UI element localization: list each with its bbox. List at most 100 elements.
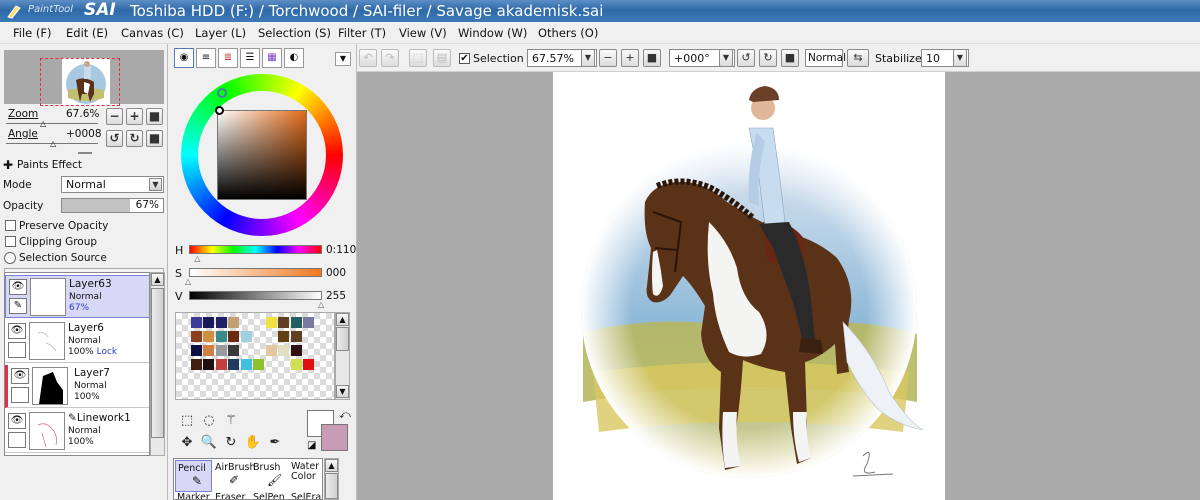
canvas-page[interactable] — [553, 72, 945, 500]
color-swatch[interactable] — [265, 345, 277, 356]
color-swatch[interactable] — [290, 317, 302, 328]
zoom-in-button[interactable]: + — [621, 49, 639, 67]
edit-pen-icon[interactable]: ✎ — [9, 298, 27, 314]
s-slider-thumb[interactable]: △ — [185, 277, 191, 286]
rotate-cw-button[interactable]: ↻ — [759, 49, 777, 67]
color-swatch[interactable] — [215, 317, 227, 328]
color-swatch[interactable] — [290, 345, 302, 356]
menu-file[interactable]: File (F) — [13, 26, 52, 40]
rotate-reset-button[interactable]: ■ — [781, 49, 799, 67]
rotate-icon[interactable]: ↻ — [221, 434, 241, 452]
scroll-up-icon[interactable]: ▲ — [336, 313, 349, 326]
visibility-eye-icon[interactable]: 👁 — [9, 279, 27, 295]
color-swatch[interactable] — [228, 359, 239, 370]
preserve-opacity-checkbox[interactable] — [5, 220, 16, 231]
rotate-reset-button[interactable]: ■ — [146, 130, 163, 147]
color-swatch[interactable] — [215, 345, 227, 356]
v-slider[interactable] — [189, 291, 322, 300]
menu-others[interactable]: Others (O) — [538, 26, 598, 40]
angle-slider-thumb[interactable]: △ — [50, 139, 56, 148]
color-wheel-tab-icon[interactable]: ◉ — [174, 48, 194, 68]
edit-toggle[interactable] — [8, 432, 26, 448]
color-swatch[interactable] — [203, 359, 214, 370]
default-colors-icon[interactable]: ◪ — [307, 440, 316, 451]
color-swatch[interactable] — [303, 359, 314, 370]
color-swatch[interactable] — [290, 359, 302, 370]
paints-effect-label[interactable]: Paints Effect — [17, 159, 82, 171]
s-slider[interactable] — [189, 268, 322, 277]
brush-brush[interactable]: Brush 🖌 — [251, 460, 288, 492]
scroll-up-icon[interactable]: ▲ — [325, 459, 338, 472]
magic-wand-icon[interactable]: ⚚ — [221, 412, 241, 430]
invert-selection-icon[interactable]: ▤ — [433, 49, 451, 67]
secondary-color-swatch[interactable] — [321, 424, 348, 451]
paints-effect-expand-icon[interactable]: ✚ — [3, 158, 13, 172]
scroll-thumb[interactable] — [151, 288, 164, 438]
move-icon[interactable]: ✥ — [177, 434, 197, 452]
color-swatch[interactable] — [203, 345, 214, 356]
brush-airbrush[interactable]: AirBrush ✐ — [213, 460, 255, 492]
h-slider[interactable] — [189, 245, 322, 254]
edit-toggle[interactable] — [8, 342, 26, 358]
menu-view[interactable]: View (V) — [399, 26, 447, 40]
h-slider-thumb[interactable]: △ — [194, 254, 200, 263]
layer-row[interactable]: 👁 Layer6 Normal 100% Lock — [5, 320, 149, 363]
visibility-eye-icon[interactable]: 👁 — [8, 413, 26, 429]
hsv-slider-tab-icon[interactable]: ≣ — [218, 48, 238, 68]
brush-pencil[interactable]: Pencil ✎ — [175, 460, 212, 492]
navigator-preview[interactable] — [4, 50, 164, 106]
hand-icon[interactable]: ✋ — [243, 434, 263, 452]
rotate-ccw-button[interactable]: ↺ — [106, 130, 123, 147]
brush-seleras[interactable]: SelEras — [291, 492, 322, 499]
chevron-down-icon[interactable]: ▼ — [719, 49, 733, 67]
color-swatch[interactable] — [278, 331, 289, 342]
panel-grip[interactable] — [78, 152, 92, 154]
layer-row[interactable]: 👁 ✎Linework1 Normal 100% — [5, 410, 149, 453]
color-swatches[interactable] — [175, 312, 335, 400]
navigator-view-rect[interactable] — [40, 58, 120, 106]
scroll-up-icon[interactable]: ▲ — [151, 273, 164, 286]
color-swatch[interactable] — [190, 331, 202, 342]
color-swatch[interactable] — [203, 317, 214, 328]
color-swatch[interactable] — [303, 317, 314, 328]
layer-row[interactable]: 👁 ✎ Layer63 Normal 67% — [5, 275, 149, 318]
zoom-reset-button[interactable]: ■ — [146, 108, 163, 125]
redo-icon[interactable]: ↷ — [381, 49, 399, 67]
color-swatch[interactable] — [265, 317, 277, 328]
selection-checkbox[interactable]: ✔ — [459, 53, 470, 64]
color-swatch[interactable] — [228, 345, 239, 356]
blend-mode-select[interactable]: Normal — [805, 49, 846, 67]
zoom-icon[interactable]: 🔍 — [199, 434, 219, 452]
layer-row[interactable]: 👁 Layer7 Normal 100% — [5, 365, 149, 408]
rect-select-icon[interactable]: ⬚ — [177, 412, 197, 430]
visibility-eye-icon[interactable]: 👁 — [11, 368, 29, 384]
selection-source-radio[interactable] — [4, 252, 16, 264]
rotate-ccw-button[interactable]: ↺ — [737, 49, 755, 67]
lasso-icon[interactable]: ◌ — [199, 412, 219, 430]
swatch-tab-icon[interactable]: ☰ — [240, 48, 260, 68]
color-swatch[interactable] — [278, 317, 289, 328]
color-swatch[interactable] — [215, 331, 227, 342]
flip-horizontal-icon[interactable]: ⇆ — [847, 49, 869, 67]
layer-mode-select[interactable]: Normal ▼ — [61, 176, 164, 193]
hue-picker-handle[interactable] — [217, 88, 227, 98]
swap-colors-icon[interactable]: ⤺ — [339, 408, 351, 422]
color-swatch[interactable] — [240, 331, 252, 342]
sv-picker-handle[interactable] — [215, 106, 224, 115]
palette-tab-icon[interactable]: ▦ — [262, 48, 282, 68]
rgb-slider-tab-icon[interactable]: ≡ — [196, 48, 216, 68]
v-slider-thumb[interactable]: △ — [318, 300, 324, 309]
color-swatch[interactable] — [190, 345, 202, 356]
visibility-eye-icon[interactable]: 👁 — [8, 323, 26, 339]
scratchpad-tab-icon[interactable]: ◐ — [284, 48, 304, 68]
edit-toggle[interactable] — [11, 387, 29, 403]
scroll-thumb[interactable] — [336, 327, 349, 351]
rotate-cw-button[interactable]: ↻ — [126, 130, 143, 147]
color-swatch[interactable] — [228, 317, 239, 328]
zoom-slider[interactable] — [6, 123, 98, 124]
menu-window[interactable]: Window (W) — [458, 26, 527, 40]
zoom-in-button[interactable]: + — [126, 108, 143, 125]
zoom-reset-button[interactable]: ■ — [643, 49, 661, 67]
brush-eraser[interactable]: Eraser — [215, 492, 245, 499]
menu-edit[interactable]: Edit (E) — [66, 26, 108, 40]
